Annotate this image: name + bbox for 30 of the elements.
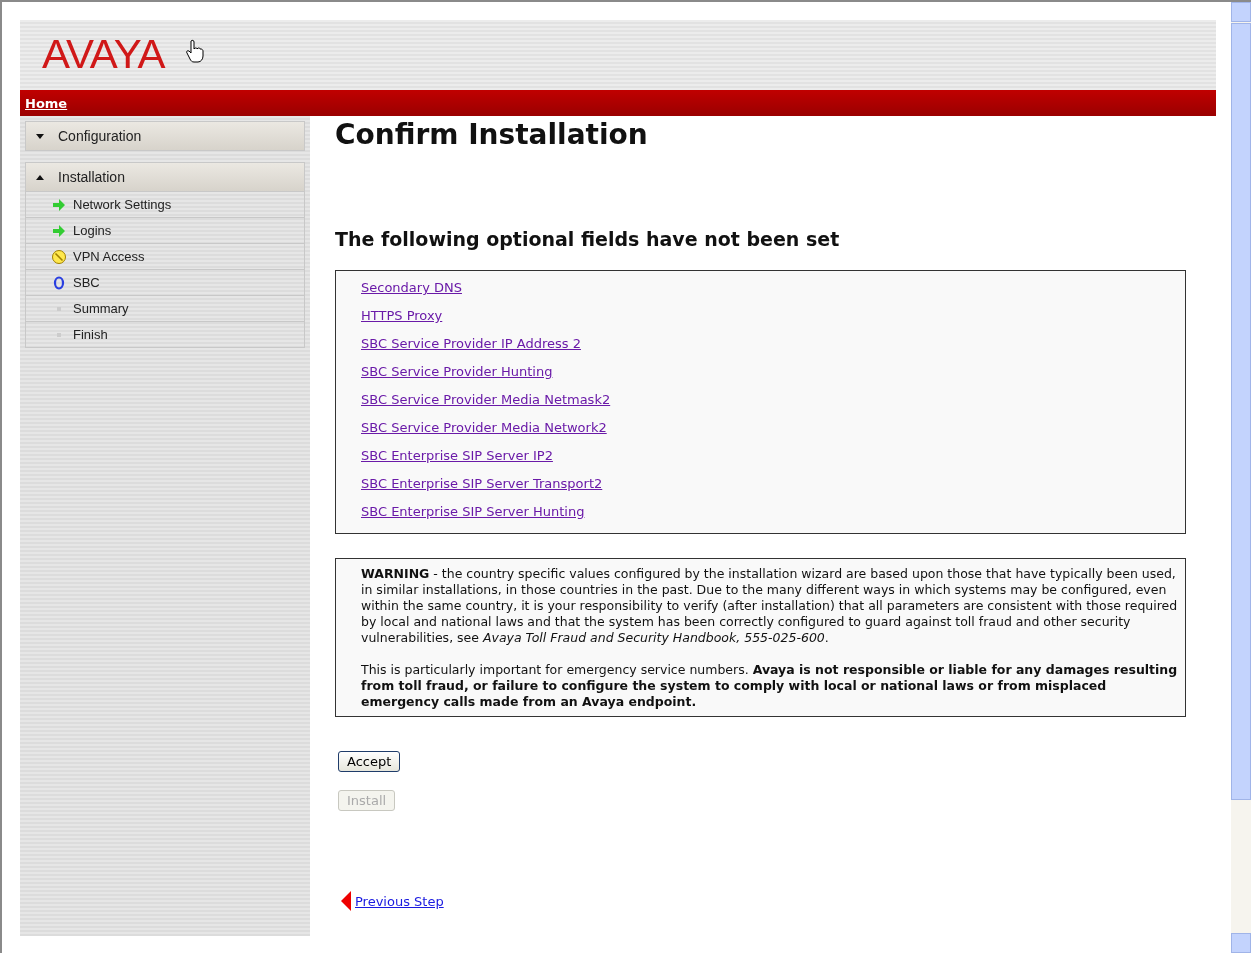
section-heading: The following optional fields have not been set — [335, 228, 841, 250]
caret-icon — [36, 174, 44, 180]
field-link[interactable]: SBC Service Provider Media Network2 — [361, 420, 607, 435]
previous-step-link[interactable]: Previous Step — [355, 893, 444, 909]
action-button[interactable]: Accept — [338, 751, 401, 772]
scrollbar[interactable] — [1231, 2, 1251, 953]
field-link[interactable]: SBC Enterprise SIP Server Hunting — [361, 504, 585, 519]
sidebar-item[interactable]: SBC — [26, 269, 304, 295]
field-link[interactable]: HTTPS Proxy — [361, 308, 443, 323]
back-arrow-icon[interactable] — [341, 891, 351, 911]
home-link[interactable]: Home — [25, 95, 68, 111]
field-link[interactable]: SBC Enterprise SIP Server Transport2 — [361, 476, 603, 491]
field-link[interactable]: SBC Service Provider IP Address 2 — [361, 336, 581, 351]
field-link[interactable]: Secondary DNS — [361, 280, 462, 295]
sidebar-item[interactable]: Summary — [26, 295, 304, 321]
sidebar-item[interactable]: Network Settings — [26, 191, 304, 217]
caret-icon — [36, 133, 44, 139]
section-header[interactable]: Installation — [26, 163, 304, 191]
section-header[interactable]: Configuration — [26, 122, 304, 150]
field-link[interactable]: SBC Service Provider Media Netmask2 — [361, 392, 611, 407]
sidebar-item[interactable]: Logins — [26, 217, 304, 243]
logo: AVAYA — [42, 32, 165, 78]
sidebar-item[interactable]: VPN Access — [26, 243, 304, 269]
field-link[interactable]: SBC Enterprise SIP Server IP2 — [361, 448, 553, 463]
warning-text: This is particularly important for emergency service numbers. Avaya is not responsible or liable for any damages resulting from toll fraud, or failure to configure the system to comply with local or national laws or from misplaced emergency calls made from an Avaya endpoint. — [361, 662, 1179, 710]
hand-cursor-icon — [184, 39, 205, 63]
sidebar-item[interactable]: Finish — [26, 321, 304, 347]
warning-text: WARNING - the country specific values configured by the installation wizard are based upon those that have typically been used, in similar installations, in those countries in the past. Due to the many different ways in which systems may be configured, even within the same country, it is your responsibility to verify (after installation) that all parameters are consistent with those required by local and national laws and that the system has been correctly configured to guard against toll fraud and other security vulnerabilities, see Avaya Toll Fraud and Security Handbook, 555-025-600. — [361, 566, 1179, 646]
page-title: Confirm Installation — [335, 118, 649, 153]
field-link[interactable]: SBC Service Provider Hunting — [361, 364, 553, 379]
